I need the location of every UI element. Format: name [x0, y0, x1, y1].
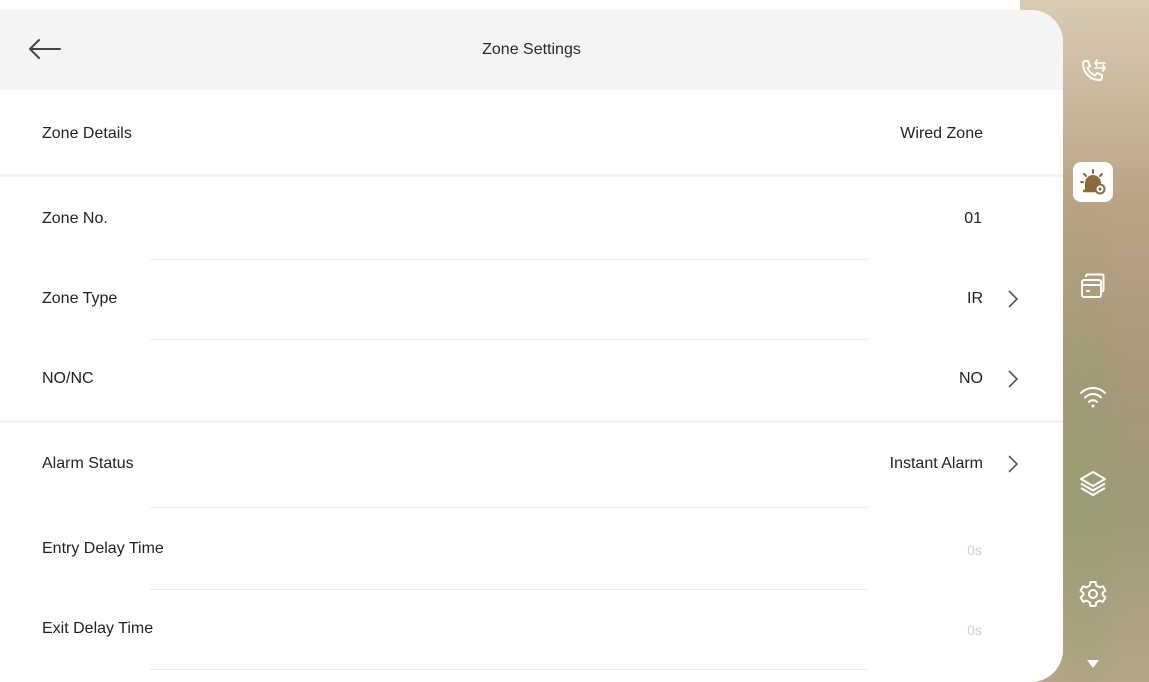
section-divider — [0, 174, 1063, 177]
chevron-right-icon — [1008, 290, 1019, 308]
exit-delay-row: Exit Delay Time 0s — [0, 590, 1063, 670]
zone-details-row: Zone Details Wired Zone — [0, 95, 1063, 175]
alarm-status-value: Instant Alarm — [889, 455, 983, 472]
page-title: Zone Settings — [482, 41, 581, 58]
alarm-settings-icon — [1080, 169, 1106, 195]
alarm-status-row[interactable]: Alarm Status Instant Alarm — [0, 425, 1063, 505]
sidebar-item-cards[interactable] — [1063, 262, 1123, 310]
section-divider — [0, 420, 1063, 423]
sidebar-scroll-down[interactable] — [1063, 646, 1123, 682]
no-nc-label: NO/NC — [42, 370, 94, 387]
chevron-right-icon — [1008, 455, 1019, 473]
exit-delay-value: 0s — [967, 622, 982, 638]
zone-no-label: Zone No. — [42, 210, 108, 227]
gear-icon — [1079, 581, 1107, 607]
entry-delay-value: 0s — [967, 542, 982, 558]
wifi-icon — [1080, 387, 1106, 408]
sidebar-item-network[interactable] — [1063, 373, 1123, 421]
sidebar-item-alarm[interactable] — [1063, 158, 1123, 206]
alarm-status-label: Alarm Status — [42, 455, 134, 472]
zone-type-row[interactable]: Zone Type IR — [0, 260, 1063, 340]
no-nc-value: NO — [959, 370, 983, 387]
row-divider — [150, 507, 870, 508]
no-nc-row[interactable]: NO/NC NO — [0, 340, 1063, 420]
title-bar: Zone Settings — [0, 10, 1063, 90]
zone-details-value: Wired Zone — [900, 125, 983, 142]
sidebar-item-settings[interactable] — [1063, 570, 1123, 618]
cards-icon — [1081, 273, 1105, 298]
zone-type-value: IR — [967, 290, 983, 307]
row-divider — [150, 669, 870, 670]
exit-delay-label: Exit Delay Time — [42, 620, 154, 637]
zone-type-label: Zone Type — [42, 290, 118, 307]
sidebar-item-call-log[interactable] — [1063, 48, 1123, 96]
zone-no-value: 01 — [964, 210, 982, 227]
settings-panel: Zone Settings Zone Details Wired Zone Zo… — [0, 10, 1063, 682]
entry-delay-label: Entry Delay Time — [42, 540, 164, 557]
chevron-right-icon — [1008, 370, 1019, 388]
scroll-down-icon — [1087, 660, 1099, 668]
entry-delay-row: Entry Delay Time 0s — [0, 510, 1063, 590]
call-log-icon — [1082, 59, 1106, 81]
zone-no-row: Zone No. 01 — [0, 180, 1063, 260]
sidebar-item-layers[interactable] — [1063, 459, 1123, 507]
zone-details-label: Zone Details — [42, 125, 132, 142]
layers-icon — [1080, 471, 1106, 496]
